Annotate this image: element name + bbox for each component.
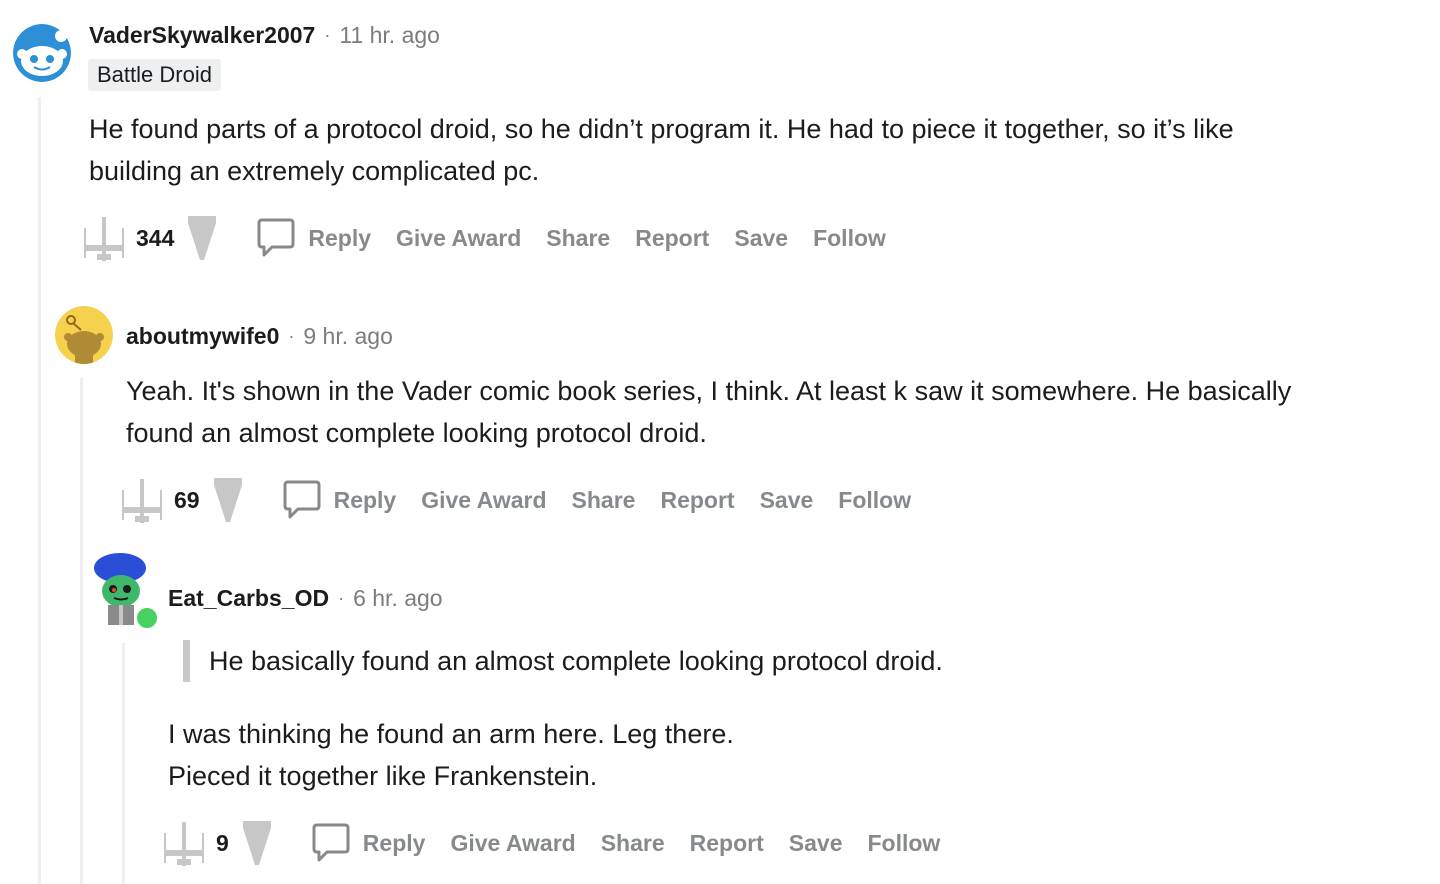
thread-line-level-3[interactable] [122, 643, 125, 884]
quote-text: He basically found an almost complete lo… [209, 646, 943, 676]
reply-button[interactable]: Reply [256, 217, 371, 259]
upvote-button[interactable] [82, 214, 126, 262]
online-status-icon [134, 605, 160, 631]
reply-label: Reply [333, 486, 397, 513]
stardestroyer-downvote-icon [242, 821, 271, 865]
give-award-button[interactable]: Give Award [421, 487, 546, 514]
reply-button[interactable]: Reply [311, 822, 426, 864]
reply-label: Reply [362, 829, 426, 856]
stardestroyer-downvote-icon [188, 216, 217, 260]
comment-meta: aboutmywife0 · 9 hr. ago [126, 320, 393, 352]
xwing-upvote-icon [122, 479, 162, 523]
comment-line: I was thinking he found an arm here. Leg… [168, 719, 734, 749]
comment-actions: 9 Reply Give Award Share Report Save Fol… [162, 817, 965, 869]
blockquote: He basically found an almost complete lo… [183, 640, 943, 682]
username[interactable]: aboutmywife0 [126, 323, 279, 350]
avatar[interactable] [55, 306, 113, 364]
comment-line: Pieced it together like Frankenstein. [168, 761, 598, 791]
downvote-button[interactable] [186, 214, 218, 262]
timestamp[interactable]: 11 hr. ago [339, 22, 440, 49]
follow-button[interactable]: Follow [838, 487, 911, 514]
xwing-upvote-icon [84, 217, 124, 261]
separator-dot: · [338, 587, 345, 608]
give-award-button[interactable]: Give Award [396, 225, 521, 252]
upvote-button[interactable] [120, 476, 164, 524]
comment-meta: Eat_Carbs_OD · 6 hr. ago [168, 582, 443, 614]
share-button[interactable]: Share [572, 487, 636, 514]
speech-bubble-icon [257, 218, 295, 257]
comment-meta: VaderSkywalker2007 · 11 hr. ago [89, 19, 440, 51]
comment-line: Yeah. It's shown in the Vader comic book… [126, 376, 1292, 406]
comment-thread: VaderSkywalker2007 · 11 hr. ago Battle D… [0, 0, 1440, 884]
comment-line: He found parts of a protocol droid, so h… [89, 114, 1234, 144]
share-button[interactable]: Share [601, 830, 665, 857]
snoo-avatar-icon [13, 24, 71, 82]
comment-line: found an almost complete looking protoco… [126, 418, 707, 448]
downvote-button[interactable] [241, 819, 273, 867]
username[interactable]: Eat_Carbs_OD [168, 585, 329, 612]
comment-actions: 69 Reply Give Award Share Report Save Fo… [120, 474, 936, 526]
separator-dot: · [288, 325, 295, 346]
report-button[interactable]: Report [635, 225, 709, 252]
xwing-upvote-icon [164, 822, 204, 866]
avatar[interactable] [92, 551, 160, 631]
comment-body: He found parts of a protocol droid, so h… [89, 108, 1419, 192]
comment-actions: 344 Reply Give Award Share Report Save F… [82, 212, 911, 264]
avatar[interactable] [13, 24, 71, 82]
stardestroyer-downvote-icon [213, 478, 242, 522]
speech-bubble-icon [283, 480, 321, 519]
timestamp[interactable]: 9 hr. ago [303, 323, 393, 350]
separator-dot: · [324, 24, 331, 45]
reply-label: Reply [308, 224, 372, 251]
follow-button[interactable]: Follow [813, 225, 886, 252]
follow-button[interactable]: Follow [868, 830, 941, 857]
vote-score: 9 [216, 829, 229, 856]
report-button[interactable]: Report [660, 487, 734, 514]
comment-body: I was thinking he found an arm here. Leg… [168, 713, 1418, 797]
snoo-avatar-icon [55, 306, 113, 364]
reply-button[interactable]: Reply [282, 479, 397, 521]
give-award-button[interactable]: Give Award [450, 830, 575, 857]
save-button[interactable]: Save [789, 830, 843, 857]
timestamp[interactable]: 6 hr. ago [353, 585, 443, 612]
report-button[interactable]: Report [690, 830, 764, 857]
downvote-button[interactable] [212, 476, 244, 524]
save-button[interactable]: Save [734, 225, 788, 252]
save-button[interactable]: Save [760, 487, 814, 514]
comment-body: Yeah. It's shown in the Vader comic book… [126, 370, 1426, 454]
thread-line-level-1[interactable] [38, 97, 41, 884]
vote-score: 69 [174, 486, 200, 513]
user-flair: Battle Droid [88, 59, 221, 91]
speech-bubble-icon [312, 823, 350, 862]
username[interactable]: VaderSkywalker2007 [89, 22, 315, 49]
comment-line: building an extremely complicated pc. [89, 156, 540, 186]
upvote-button[interactable] [162, 819, 206, 867]
share-button[interactable]: Share [546, 225, 610, 252]
vote-score: 344 [136, 224, 175, 251]
thread-line-level-2[interactable] [80, 378, 83, 884]
